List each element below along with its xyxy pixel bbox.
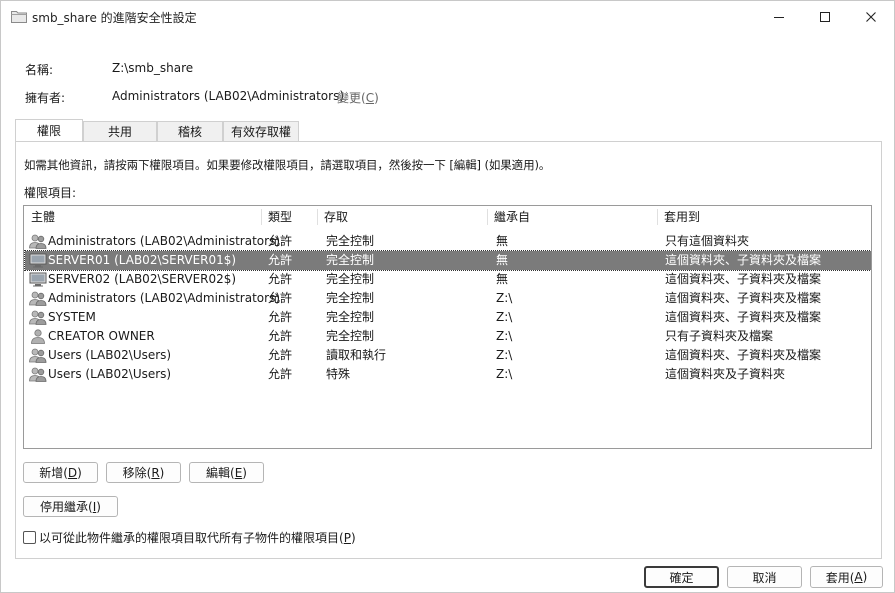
cell-type: 允許	[268, 253, 293, 267]
users-icon	[29, 367, 47, 382]
cell-inherited-from: Z:\	[496, 367, 513, 381]
cell-inherited-from: Z:\	[496, 348, 513, 362]
permission-entry-row[interactable]: Administrators (LAB02\Administrators) 允許 完…	[25, 232, 871, 251]
permission-entry-row[interactable]: SERVER01 (LAB02\SERVER01$) 允許 完全控制 無 這個資料夾、子…	[24, 250, 871, 271]
cell-type: 允許	[268, 310, 293, 324]
cell-applies-to: 只有這個資料夾	[665, 234, 750, 248]
cell-principal: Users (LAB02\Users)	[48, 367, 172, 381]
close-icon	[866, 12, 876, 22]
column-header-principal[interactable]: 主體	[24, 206, 261, 228]
owner-value: Administrators (LAB02\Administrators)	[112, 89, 345, 103]
cell-type: 允許	[268, 234, 293, 248]
advanced-security-settings-window: smb_share 的進階安全性設定 名稱: Z:\smb_share 擁有者:…	[0, 0, 895, 593]
permissions-description: 如需其他資訊，請按兩下權限項目。如果要修改權限項目，請選取項目，然後按一下 [編…	[24, 158, 551, 172]
replace-child-permissions-row[interactable]: 以可從此物件繼承的權限項目取代所有子物件的權限項目(P)	[23, 529, 356, 545]
remove-button[interactable]: 移除(R)	[106, 462, 181, 483]
title-bar[interactable]: smb_share 的進階安全性設定	[1, 1, 894, 33]
cell-access: 讀取和執行	[326, 348, 387, 362]
name-value: Z:\smb_share	[112, 61, 194, 75]
cell-applies-to: 這個資料夾、子資料夾及檔案	[665, 348, 822, 362]
cell-type: 允許	[268, 329, 293, 343]
replace-child-permissions-checkbox[interactable]	[23, 530, 36, 544]
cell-applies-to: 這個資料夾、子資料夾及檔案	[665, 310, 822, 324]
cell-applies-to: 這個資料夾及子資料夾	[665, 367, 786, 381]
permission-entry-row[interactable]: Administrators (LAB02\Administrators) 允許 完…	[25, 289, 871, 308]
name-row: 名稱: Z:\smb_share	[25, 61, 425, 77]
cell-access: 完全控制	[326, 310, 375, 324]
cell-applies-to: 這個資料夾、子資料夾及檔案	[665, 253, 822, 267]
cell-principal: SERVER01 (LAB02\SERVER01$)	[48, 253, 237, 267]
cell-access: 完全控制	[326, 253, 375, 267]
cell-inherited-from: 無	[496, 253, 509, 267]
tab-effective-access[interactable]: 有效存取權	[223, 121, 299, 141]
cell-inherited-from: Z:\	[496, 329, 513, 343]
column-header-inherited-from[interactable]: 繼承自	[487, 206, 657, 228]
tab-share[interactable]: 共用	[83, 121, 157, 141]
users-icon	[29, 310, 47, 325]
cell-applies-to: 這個資料夾、子資料夾及檔案	[665, 291, 822, 305]
change-owner-link[interactable]: 變更(C)	[337, 89, 379, 106]
apply-button[interactable]: 套用(A)	[810, 566, 883, 588]
cell-access: 特殊	[326, 367, 351, 381]
cell-principal: SYSTEM	[48, 310, 96, 324]
cell-principal: Users (LAB02\Users)	[48, 348, 172, 362]
owner-label: 擁有者:	[25, 91, 66, 105]
column-header-applies-to[interactable]: 套用到	[657, 206, 867, 228]
column-header-type[interactable]: 類型	[261, 206, 317, 228]
tab-auditing[interactable]: 稽核	[157, 121, 223, 141]
permission-entry-row[interactable]: CREATOR OWNER 允許 完全控制 Z:\ 只有子資料夾及檔案	[25, 327, 871, 346]
column-header-access[interactable]: 存取	[317, 206, 487, 228]
cell-access: 完全控制	[326, 234, 375, 248]
cell-type: 允許	[268, 348, 293, 362]
cell-inherited-from: 無	[496, 272, 509, 286]
cancel-button[interactable]: 取消	[727, 566, 802, 588]
cell-principal: CREATOR OWNER	[48, 329, 155, 343]
add-button[interactable]: 新增(D)	[23, 462, 98, 483]
disable-inheritance-button[interactable]: 停用繼承(I)	[23, 496, 118, 517]
maximize-button[interactable]	[802, 1, 848, 33]
cell-applies-to: 只有子資料夾及檔案	[665, 329, 774, 343]
cell-applies-to: 這個資料夾、子資料夾及檔案	[665, 272, 822, 286]
computer-icon	[29, 272, 47, 287]
permission-entry-row[interactable]: Users (LAB02\Users) 允許 讀取和執行 Z:\ 這個資料夾、子資料夾及…	[25, 346, 871, 365]
tab-permissions[interactable]: 權限	[15, 119, 83, 141]
folder-icon	[11, 10, 27, 23]
cell-principal: Administrators (LAB02\Administrators)	[48, 234, 281, 248]
permission-entry-row[interactable]: SERVER02 (LAB02\SERVER02$) 允許 完全控制 無 這個資料夾、子…	[25, 270, 871, 289]
cell-principal: SERVER02 (LAB02\SERVER02$)	[48, 272, 237, 286]
cell-type: 允許	[268, 272, 293, 286]
computer-icon	[29, 253, 47, 268]
minimize-button[interactable]	[756, 1, 802, 33]
cell-principal: Administrators (LAB02\Administrators)	[48, 291, 281, 305]
cell-type: 允許	[268, 291, 293, 305]
user-icon	[29, 329, 47, 344]
replace-child-permissions-label: 以可從此物件繼承的權限項目取代所有子物件的權限項目(P)	[39, 530, 356, 545]
permission-entry-row[interactable]: Users (LAB02\Users) 允許 特殊 Z:\ 這個資料夾及子資料夾	[25, 365, 871, 384]
users-icon	[29, 291, 47, 306]
cell-type: 允許	[268, 367, 293, 381]
window-title: smb_share 的進階安全性設定	[32, 11, 197, 25]
maximize-icon	[820, 12, 830, 22]
permission-entries-list[interactable]: 主體 類型 存取 繼承自 套用到 Administrators (LAB02\A…	[23, 205, 872, 449]
cell-inherited-from: Z:\	[496, 310, 513, 324]
list-header: 主體 類型 存取 繼承自 套用到	[24, 206, 871, 228]
cell-inherited-from: Z:\	[496, 291, 513, 305]
cell-inherited-from: 無	[496, 234, 509, 248]
close-button[interactable]	[848, 1, 894, 33]
owner-row: 擁有者: Administrators (LAB02\Administrator…	[25, 89, 445, 105]
edit-button[interactable]: 編輯(E)	[189, 462, 264, 483]
permission-entry-row[interactable]: SYSTEM 允許 完全控制 Z:\ 這個資料夾、子資料夾及檔案	[25, 308, 871, 327]
minimize-icon	[774, 17, 784, 18]
cell-access: 完全控制	[326, 329, 375, 343]
name-label: 名稱:	[25, 63, 54, 77]
users-icon	[29, 348, 47, 363]
cell-access: 完全控制	[326, 272, 375, 286]
cell-access: 完全控制	[326, 291, 375, 305]
permission-entries-label: 權限項目:	[24, 186, 77, 200]
ok-button[interactable]: 確定	[644, 566, 719, 588]
users-icon	[29, 234, 47, 249]
